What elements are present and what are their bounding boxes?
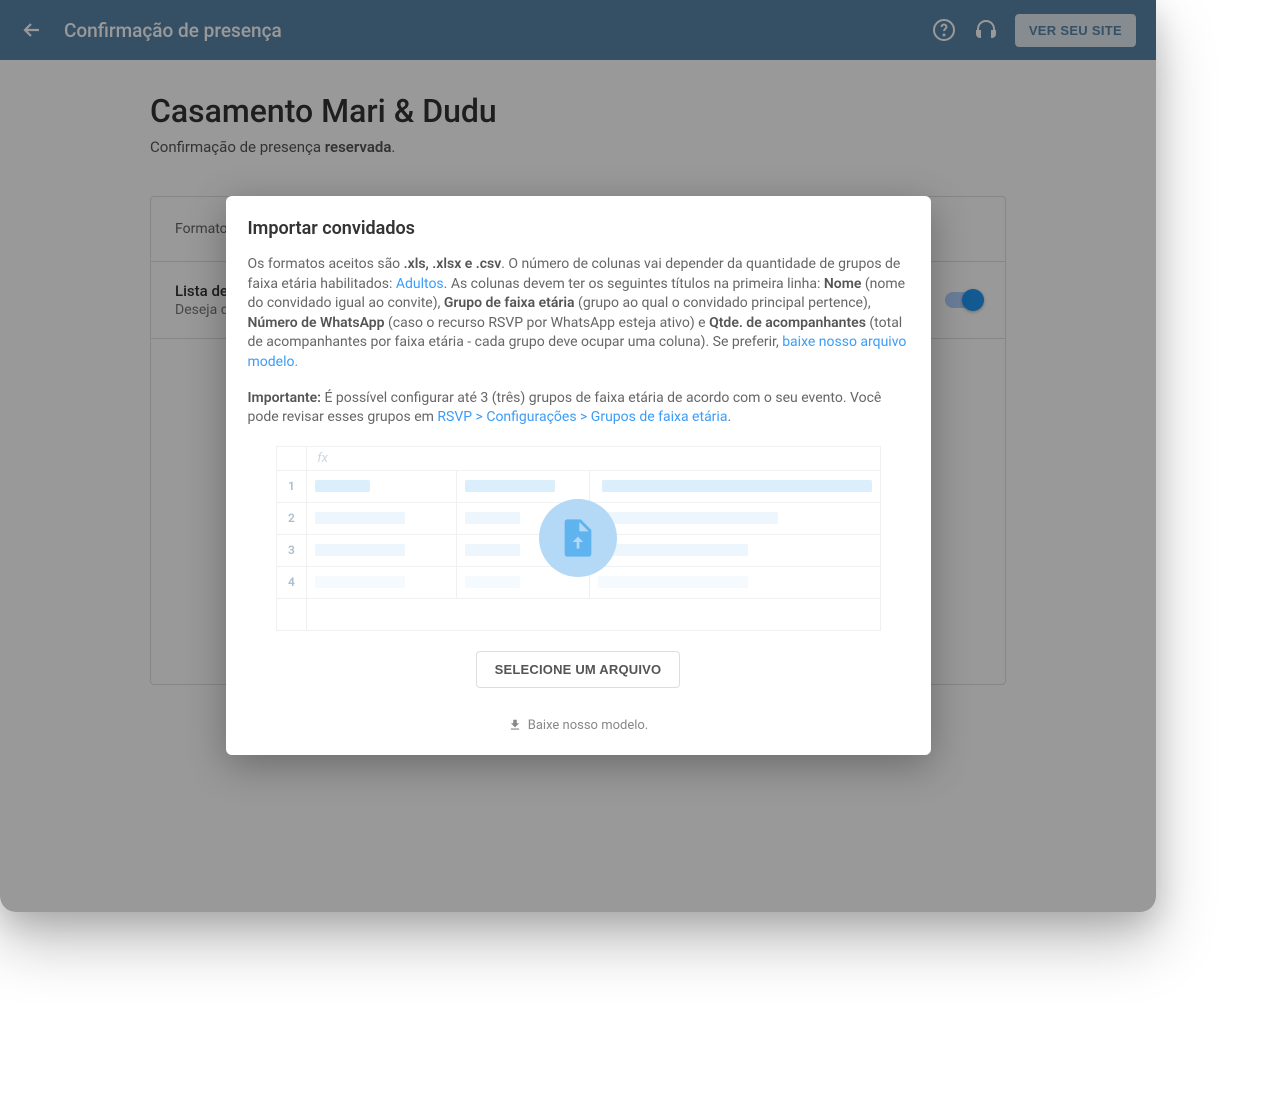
download-model-link[interactable]: Baixe nosso modelo. [248, 718, 909, 733]
import-guests-modal: Importar convidados Os formatos aceitos … [226, 196, 931, 755]
upload-file-icon [539, 499, 617, 577]
download-model-label: Baixe nosso modelo. [528, 718, 648, 733]
fx-label: fx [307, 446, 880, 470]
txt: (caso o recurso RSVP por WhatsApp esteja… [385, 315, 710, 331]
modal-title: Importar convidados [248, 218, 909, 239]
modal-overlay[interactable]: Importar convidados Os formatos aceitos … [0, 0, 1156, 912]
row-num: 4 [276, 566, 307, 598]
modal-paragraph-2: Importante: É possível configurar até 3 … [248, 389, 909, 428]
txt-bold: .xls, .xlsx e .csv [404, 256, 502, 272]
txt: . [727, 409, 731, 425]
app-frame: Confirmação de presença VER SEU SITE Cas… [0, 0, 1156, 912]
rsvp-settings-link[interactable]: RSVP > Configurações > Grupos de faixa e… [437, 409, 727, 425]
spreadsheet-preview: fx 1 2 3 4 [276, 446, 881, 631]
txt: Os formatos aceitos são [248, 256, 404, 272]
txt-bold: Grupo de faixa etária [444, 295, 575, 311]
txt-bold: Qtde. de acompanhantes [709, 315, 866, 331]
txt-bold: Número de WhatsApp [248, 315, 385, 331]
txt-bold: Nome [824, 276, 862, 292]
txt: (grupo ao qual o convidado principal per… [575, 295, 871, 311]
modal-paragraph-1: Os formatos aceitos são .xls, .xlsx e .c… [248, 255, 909, 373]
download-icon [508, 718, 522, 732]
modal-actions: SELECIONE UM ARQUIVO [248, 651, 909, 688]
txt: . As colunas devem ter os seguintes títu… [444, 276, 824, 292]
select-file-button[interactable]: SELECIONE UM ARQUIVO [476, 651, 681, 688]
adults-link[interactable]: Adultos [396, 276, 444, 292]
row-num: 2 [276, 502, 307, 534]
row-num: 1 [276, 470, 307, 502]
row-num: 3 [276, 534, 307, 566]
txt-bold: Importante: [248, 390, 321, 406]
